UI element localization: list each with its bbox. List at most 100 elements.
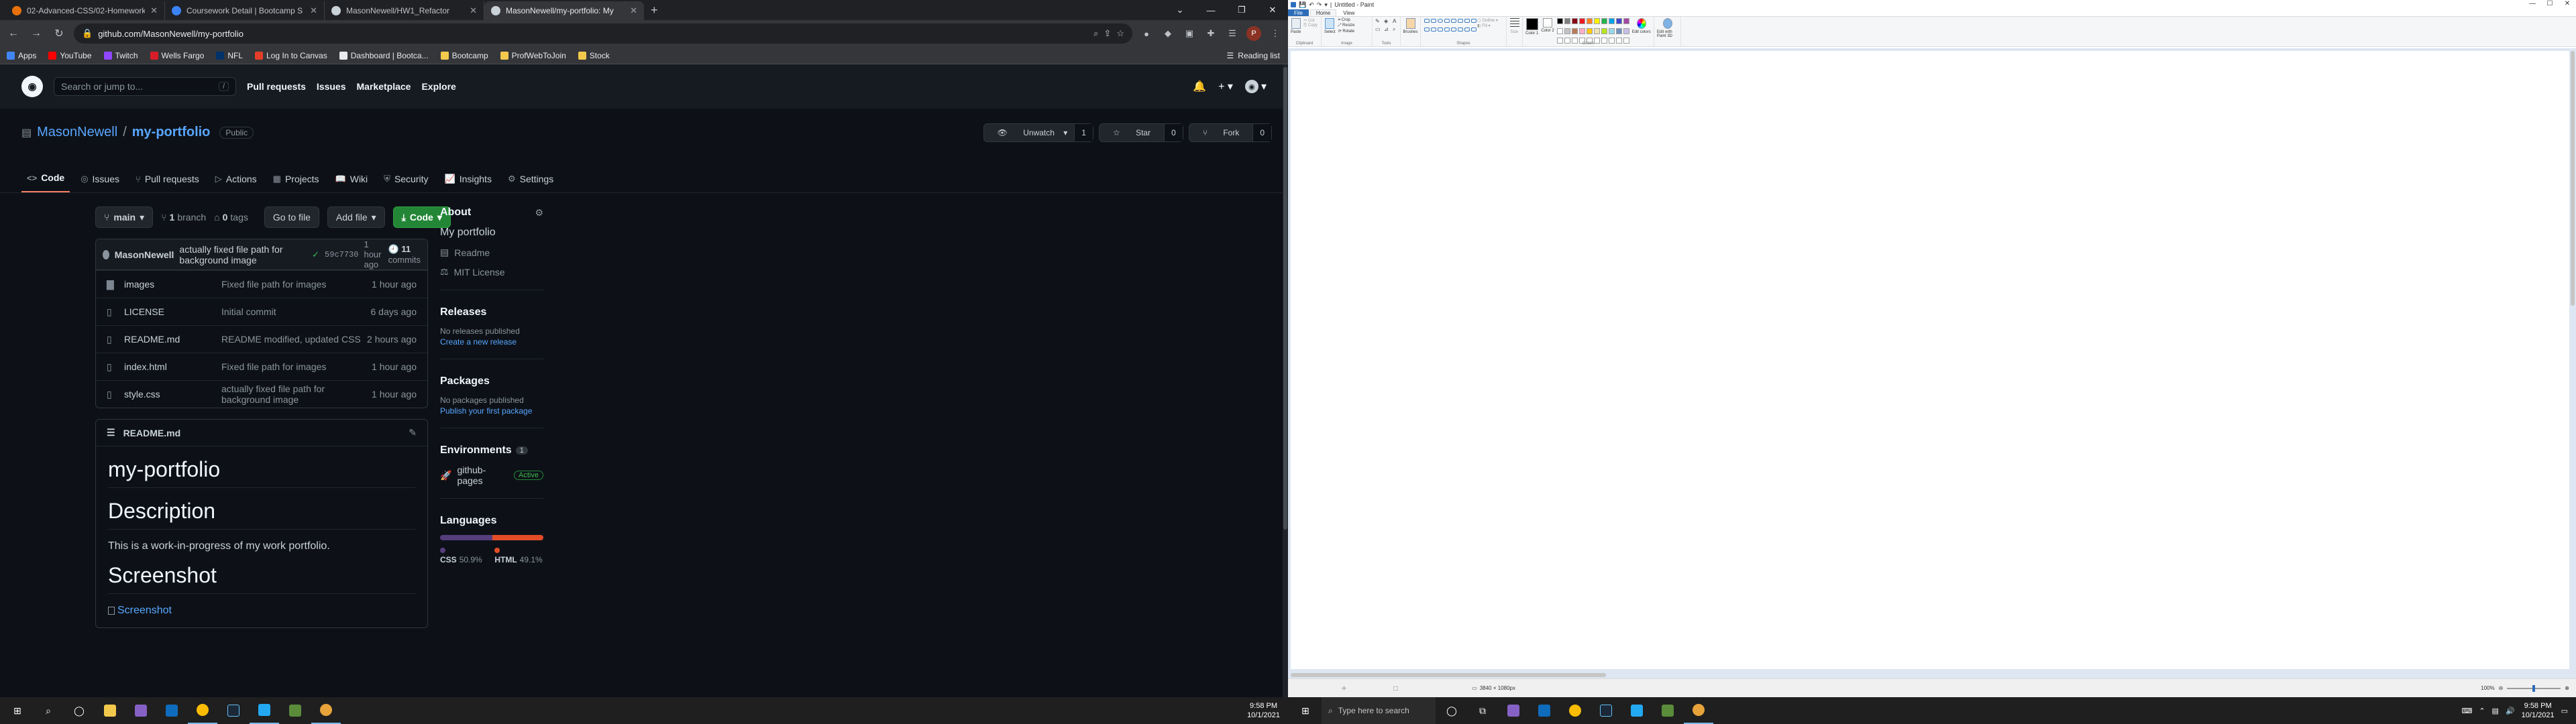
tab-view[interactable]: View [1338,10,1360,16]
file-commit-message[interactable]: README modified, updated CSS [221,334,367,345]
steam-icon[interactable] [219,697,248,724]
file-row[interactable]: ▯ index.html Fixed file path for images 1 h… [96,353,427,380]
browser-tab[interactable]: 02-Advanced-CSS/02-Homework ✕ [5,1,165,20]
file-name-link[interactable]: style.css [124,389,221,400]
environment-row[interactable]: 🚀 github-pages Active [440,465,543,486]
palette-swatch[interactable] [1586,27,1593,34]
palette-swatch[interactable] [1571,18,1578,24]
extension-icon[interactable]: ▣ [1182,28,1197,39]
close-tab-icon[interactable]: ✕ [150,5,158,16]
eraser-icon[interactable]: ▭ [1375,26,1382,33]
edit-with-paint3d-button[interactable]: Edit with Paint 3D [1657,18,1678,38]
bookmark-folder-stock[interactable]: Stock [578,51,610,60]
tab-wiki[interactable]: 📖 Wiki [330,174,374,192]
visual-studio-icon[interactable] [126,697,156,724]
go-to-file-button[interactable]: Go to file [264,206,319,228]
palette-swatch[interactable] [1608,18,1615,24]
file-row[interactable]: ▯ README.md README modified, updated CSS 2 … [96,325,427,353]
vertical-scrollbar[interactable] [2571,51,2575,306]
extensions-puzzle-icon[interactable]: ✚ [1203,28,1218,39]
tab-pull-requests[interactable]: ⑂ Pull requests [130,174,205,192]
brushes-button[interactable]: Brushes [1403,18,1418,34]
show-hidden-icons-chevron-icon[interactable]: ⌃ [2479,707,2485,715]
shape-arrow-left-icon[interactable] [1451,27,1456,32]
list-icon[interactable]: ☰ [107,427,115,438]
tab-issues[interactable]: ◎ Issues [75,174,125,192]
branches-link[interactable]: ⑂ 1 branch [161,212,206,223]
shape-rectangle-icon[interactable] [1444,19,1450,23]
commit-sha-link[interactable]: 59c7730 [325,250,358,259]
paint-icon[interactable] [311,697,341,724]
palette-swatch[interactable] [1608,27,1615,34]
file-row[interactable]: ▯ LICENSE Initial commit 6 days ago [96,298,427,325]
tab-actions[interactable]: ▷ Actions [210,174,262,192]
start-windows-icon[interactable]: ⊞ [1291,697,1320,724]
zoom-search-icon[interactable]: ⌕ [1093,28,1098,39]
file-explorer-icon[interactable] [95,697,125,724]
bookmark-dashboard[interactable]: Dashboard | Bootca... [339,51,429,60]
vscode-icon[interactable] [1622,697,1652,724]
size-button[interactable]: Size [1509,18,1519,34]
check-icon[interactable]: ✓ [312,249,319,260]
edit-pencil-icon[interactable]: ✎ [409,427,417,438]
quick-access-dropdown-icon[interactable]: ▾ [1324,1,1328,9]
game-app-icon[interactable] [1653,697,1682,724]
page-scrollbar[interactable] [1283,64,1288,697]
bookmark-star-icon[interactable]: ☆ [1116,28,1124,39]
file-commit-message[interactable]: Fixed file path for images [221,279,372,290]
minimize-icon[interactable]: — [2524,0,2541,7]
address-bar[interactable]: 🔒 github.com/MasonNewell/my-portfolio ⌕ … [74,23,1132,44]
bookmark-wells-fargo[interactable]: Wells Fargo [150,51,204,60]
chrome-icon[interactable] [188,697,217,724]
palette-swatch[interactable] [1556,27,1563,34]
license-link[interactable]: ⚖ MIT License [440,266,543,278]
repo-name-link[interactable]: my-portfolio [132,125,211,140]
palette-swatch[interactable] [1623,18,1629,24]
task-view-icon[interactable]: ⧉ [1468,697,1497,724]
browser-tab[interactable]: MasonNewell/HW1_Refactor ✕ [325,1,484,20]
file-row[interactable]: ▇ images Fixed file path for images 1 hour … [96,270,427,298]
extension-icon[interactable]: ● [1139,29,1154,39]
shape-arrow-up-icon[interactable] [1458,27,1463,32]
github-logo-icon[interactable]: ◉ [21,76,43,97]
github-search-input[interactable]: Search or jump to... / [54,77,236,96]
save-icon[interactable]: 💾 [1299,1,1306,9]
start-windows-icon[interactable]: ⊞ [3,697,32,724]
shape-right-triangle-icon[interactable] [1471,19,1477,23]
nav-issues[interactable]: Issues [317,81,346,92]
reading-list-icon[interactable]: ☰ [1225,28,1240,39]
redo-icon[interactable]: ↷ [1317,1,1322,9]
file-commit-message[interactable]: actually fixed file path for background … [221,383,372,405]
resize-button[interactable]: ⤢ Resize [1338,23,1355,28]
shape-arrow-down-icon[interactable] [1464,27,1470,32]
new-tab-button[interactable]: + [644,3,665,20]
create-new-plus-icon[interactable]: + ▾ [1218,80,1233,93]
cortana-icon[interactable]: ◯ [1437,697,1466,724]
extension-icon[interactable]: ◆ [1161,28,1175,39]
close-tab-icon[interactable]: ✕ [630,5,637,16]
broken-image-link[interactable]: Screenshot [108,605,415,617]
shape-line-icon[interactable] [1424,19,1430,23]
readme-link[interactable]: ▤ Readme [440,247,543,258]
commits-history-link[interactable]: 🕘 11 commits [388,244,421,265]
color-picker-icon[interactable]: ⊿ [1384,26,1391,33]
star-button[interactable]: ☆ Star 0 [1098,123,1183,142]
vscode-icon[interactable] [250,697,279,724]
watch-button[interactable]: 👁 Unwatch ▾ 1 [983,123,1093,142]
bookmark-canvas[interactable]: Log In to Canvas [255,51,327,60]
palette-swatch[interactable] [1586,18,1593,24]
shape-hexagon-icon[interactable] [1438,27,1443,32]
publish-package-link[interactable]: Publish your first package [440,406,543,416]
file-commit-message[interactable]: Initial commit [221,306,371,317]
nav-pull-requests[interactable]: Pull requests [247,81,306,92]
palette-swatch[interactable] [1601,27,1607,34]
tab-settings[interactable]: ⚙ Settings [502,174,559,192]
commit-message-link[interactable]: actually fixed file path for background … [179,244,307,265]
minimize-icon[interactable]: — [1195,0,1226,20]
task-view-icon[interactable]: ◯ [64,697,94,724]
taskbar-search-input[interactable]: ⌕ Type here to search [1322,697,1436,724]
palette-swatch[interactable] [1564,27,1570,34]
close-window-icon[interactable]: ✕ [2559,0,2576,7]
mail-icon[interactable] [157,697,186,724]
palette-swatch[interactable] [1623,27,1629,34]
